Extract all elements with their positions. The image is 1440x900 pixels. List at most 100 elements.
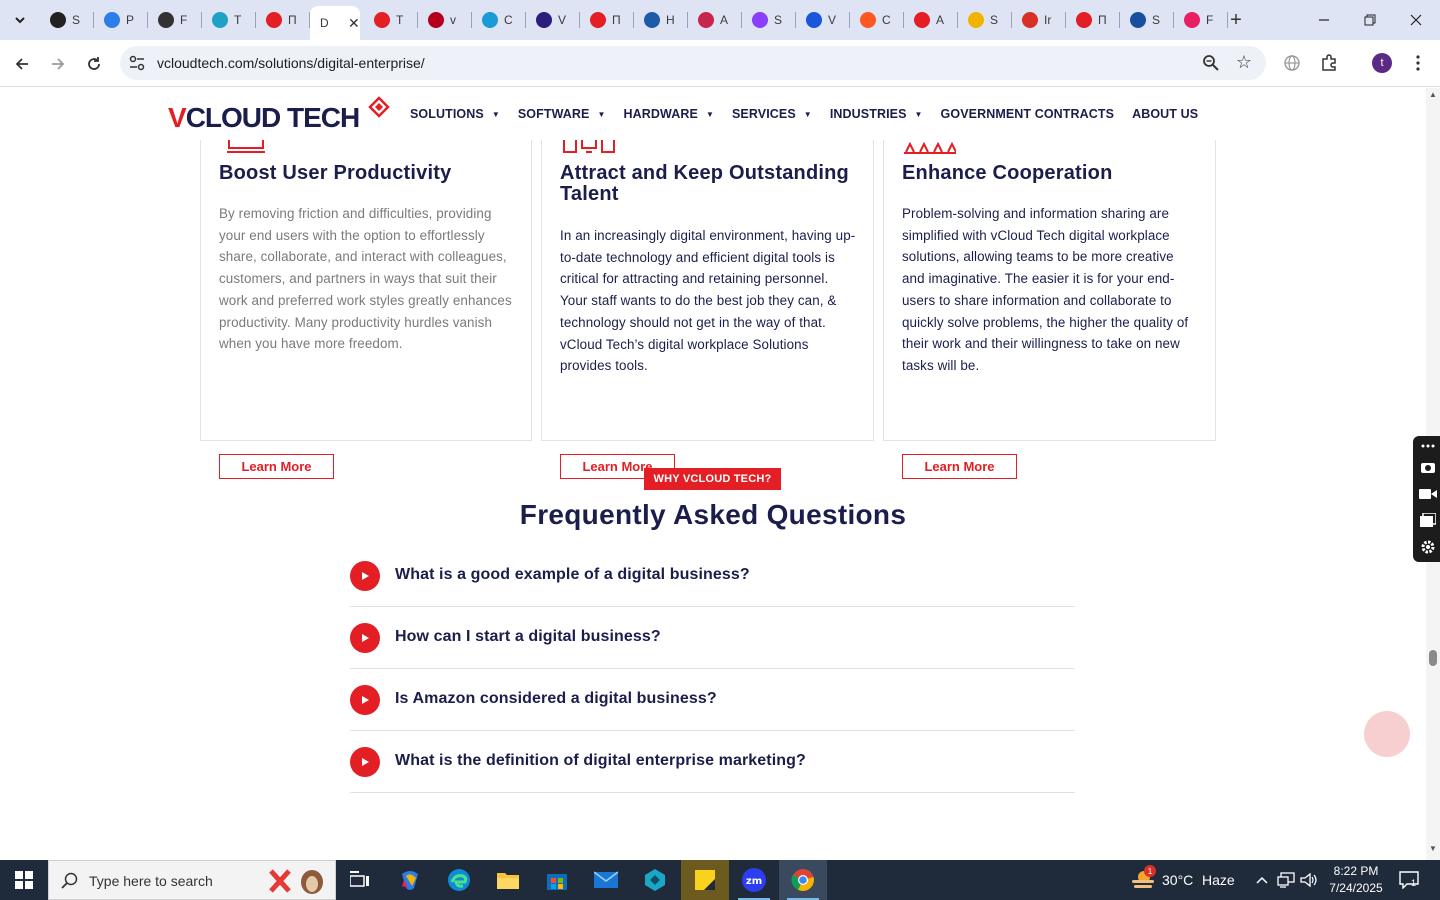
browser-tab[interactable]: V xyxy=(796,8,850,32)
record-video-button[interactable] xyxy=(1419,485,1437,503)
browser-tab[interactable]: A xyxy=(688,8,742,32)
window-capture-button[interactable] xyxy=(1419,511,1437,529)
mail-app[interactable] xyxy=(582,860,630,900)
feature-card-cooperation: Enhance Cooperation Problem-solving and … xyxy=(883,140,1216,479)
browser-tab[interactable]: T xyxy=(202,8,256,32)
tag-icon xyxy=(266,12,282,28)
learn-more-button[interactable]: Learn More xyxy=(902,454,1017,479)
faq-item[interactable]: What is the definition of digital enterp… xyxy=(350,731,1075,793)
address-bar[interactable]: vcloudtech.com/solutions/digital-enterpr… xyxy=(120,46,1266,80)
faq-question[interactable]: How can I start a digital business? xyxy=(395,628,661,646)
browser-tab[interactable]: Ir xyxy=(1012,8,1066,32)
scroll-down-arrow[interactable]: ▼ xyxy=(1429,844,1437,853)
weather-description[interactable]: Haze xyxy=(1202,872,1235,888)
faq-question[interactable]: What is the definition of digital enterp… xyxy=(395,752,806,770)
close-tab-icon[interactable]: ✕ xyxy=(348,15,360,32)
toolbar-menu-button[interactable] xyxy=(1419,440,1437,452)
faq-item[interactable]: Is Amazon considered a digital business? xyxy=(350,669,1075,731)
minimize-button[interactable] xyxy=(1312,8,1336,32)
extensions-button[interactable] xyxy=(1318,52,1340,74)
site-settings-icon[interactable] xyxy=(128,54,146,72)
nav-item-hardware[interactable]: HARDWARE ▼ xyxy=(624,107,714,121)
browser-tab[interactable]: C xyxy=(850,8,904,32)
gmail-icon xyxy=(1022,12,1038,28)
chrome-app[interactable] xyxy=(779,860,827,900)
windows-taskbar: Type here to search zm 1 30°C Haze 8:22 … xyxy=(0,860,1440,900)
faq-toggle-button[interactable] xyxy=(350,685,380,715)
weather-badge: 1 xyxy=(1144,865,1156,877)
chat-widget-button[interactable] xyxy=(1364,711,1439,758)
faq-item[interactable]: How can I start a digital business? xyxy=(350,607,1075,669)
zoom-app[interactable]: zm xyxy=(730,860,778,900)
sticky-notes-app[interactable] xyxy=(681,860,729,900)
browser-menu-button[interactable] xyxy=(1407,52,1429,74)
faq-item[interactable]: What is a good example of a digital busi… xyxy=(350,545,1075,607)
restore-button[interactable] xyxy=(1358,8,1382,32)
task-view-button[interactable] xyxy=(336,860,384,900)
tab-search-button[interactable] xyxy=(7,8,33,32)
nav-item-government-contracts[interactable]: GOVERNMENT CONTRACTS xyxy=(941,107,1115,121)
browser-tab[interactable]: S xyxy=(958,8,1012,32)
browser-tab[interactable]: П xyxy=(1066,8,1120,32)
browser-tab[interactable]: П xyxy=(580,8,634,32)
nav-item-services[interactable]: SERVICES ▼ xyxy=(732,107,812,121)
close-window-button[interactable] xyxy=(1404,8,1428,32)
browser-tab[interactable]: S xyxy=(742,8,796,32)
microsoft-store-app[interactable] xyxy=(533,860,581,900)
vm-app[interactable] xyxy=(631,860,679,900)
scroll-up-arrow[interactable]: ▲ xyxy=(1429,90,1437,99)
browser-tab[interactable]: F xyxy=(1174,8,1228,32)
bookmark-star-icon[interactable]: ☆ xyxy=(1236,52,1252,73)
start-button[interactable] xyxy=(0,860,48,900)
zoom-icon[interactable] xyxy=(1202,54,1220,72)
browser-tab[interactable]: S xyxy=(1120,8,1174,32)
browser-tab[interactable]: P xyxy=(94,8,148,32)
camera-icon xyxy=(1421,463,1435,473)
browser-tab[interactable]: H xyxy=(634,8,688,32)
faq-toggle-button[interactable] xyxy=(350,623,380,653)
forward-button[interactable] xyxy=(44,50,72,78)
nav-item-about-us[interactable]: ABOUT US xyxy=(1132,107,1198,121)
nav-item-industries[interactable]: INDUSTRIES ▼ xyxy=(830,107,923,121)
url-text[interactable]: vcloudtech.com/solutions/digital-enterpr… xyxy=(157,55,425,71)
profile-avatar[interactable]: t xyxy=(1372,53,1392,73)
reload-button[interactable] xyxy=(80,50,108,78)
card-text: By removing friction and difficulties, p… xyxy=(219,206,512,352)
nav-item-solutions[interactable]: SOLUTIONS ▼ xyxy=(410,107,500,121)
weather-widget[interactable]: 1 xyxy=(1130,865,1156,892)
browser-tab[interactable]: A xyxy=(904,8,958,32)
tab-title: C xyxy=(504,13,513,27)
browser-tab[interactable]: F xyxy=(148,8,202,32)
taskbar-search-box[interactable]: Type here to search xyxy=(48,860,336,900)
vcloud-tech-logo[interactable]: VCLOUD TECH xyxy=(168,96,390,136)
browser-tab[interactable]: П xyxy=(256,8,310,32)
copilot-app[interactable] xyxy=(386,860,434,900)
learn-more-button[interactable]: Learn More xyxy=(219,454,334,479)
browser-tab[interactable]: D ✕ xyxy=(310,6,360,40)
faq-question[interactable]: What is a good example of a digital busi… xyxy=(395,566,750,584)
new-tab-button[interactable]: + xyxy=(1226,8,1246,32)
nav-item-software[interactable]: SOFTWARE ▼ xyxy=(518,107,606,121)
weather-temperature[interactable]: 30°C xyxy=(1162,872,1193,888)
faq-toggle-button[interactable] xyxy=(350,561,380,591)
faq-question[interactable]: Is Amazon considered a digital business? xyxy=(395,690,717,708)
browser-tab[interactable]: V xyxy=(526,8,580,32)
extension-globe-button[interactable] xyxy=(1281,52,1303,74)
capture-settings-button[interactable] xyxy=(1419,538,1437,556)
browser-tab[interactable]: S xyxy=(40,8,94,32)
notification-center-button[interactable]: 1 xyxy=(1398,870,1420,890)
file-explorer-app[interactable] xyxy=(484,860,532,900)
show-hidden-icons-button[interactable] xyxy=(1252,870,1272,890)
volume-tray-button[interactable] xyxy=(1299,870,1319,890)
screenshot-button[interactable] xyxy=(1419,458,1437,476)
scroll-thumb[interactable] xyxy=(1429,650,1437,666)
browser-tab[interactable]: v xyxy=(418,8,472,32)
clock-time[interactable]: 8:22 PM xyxy=(1326,864,1386,878)
clock-date[interactable]: 7/24/2025 xyxy=(1326,881,1386,895)
faq-toggle-button[interactable] xyxy=(350,747,380,777)
edge-app[interactable] xyxy=(435,860,483,900)
browser-tab[interactable]: T xyxy=(364,8,418,32)
browser-tab[interactable]: C xyxy=(472,8,526,32)
back-button[interactable] xyxy=(8,50,36,78)
network-tray-button[interactable] xyxy=(1276,870,1296,890)
